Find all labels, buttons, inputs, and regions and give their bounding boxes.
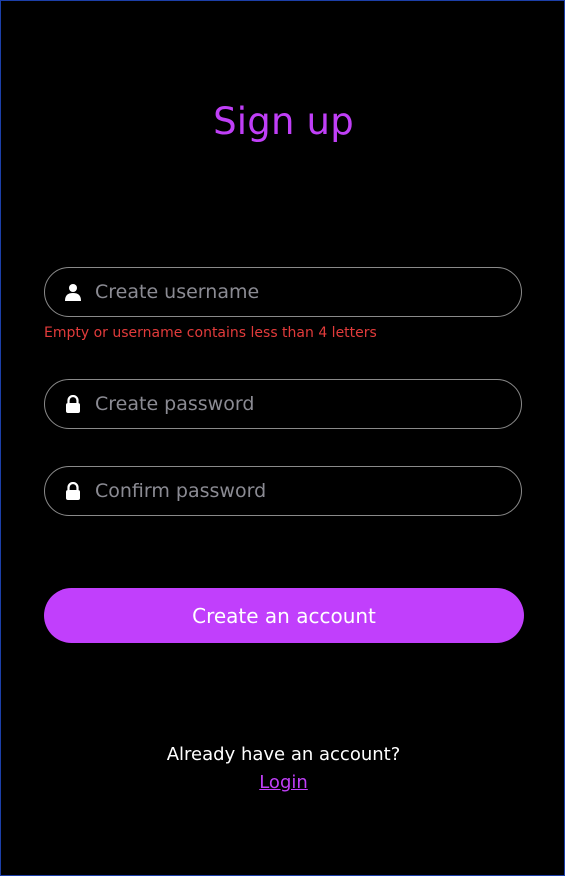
username-field[interactable] [44,267,522,317]
user-icon [64,283,82,301]
username-input[interactable] [95,268,501,316]
confirm-password-input[interactable] [95,467,501,515]
username-error-message: Empty or username contains less than 4 l… [44,325,377,341]
login-prompt: Already have an account? [166,744,401,765]
login-link-container: Login [1,772,565,793]
page-title: Sign up [213,100,354,143]
password-field[interactable] [44,379,522,429]
password-input[interactable] [95,380,501,428]
confirm-password-field[interactable] [44,466,522,516]
lock-icon [64,395,82,413]
signup-panel: Sign up Empty or username contains less … [0,0,565,876]
lock-icon [64,482,82,500]
create-account-button[interactable]: Create an account [44,588,524,643]
login-link[interactable]: Login [259,772,308,793]
